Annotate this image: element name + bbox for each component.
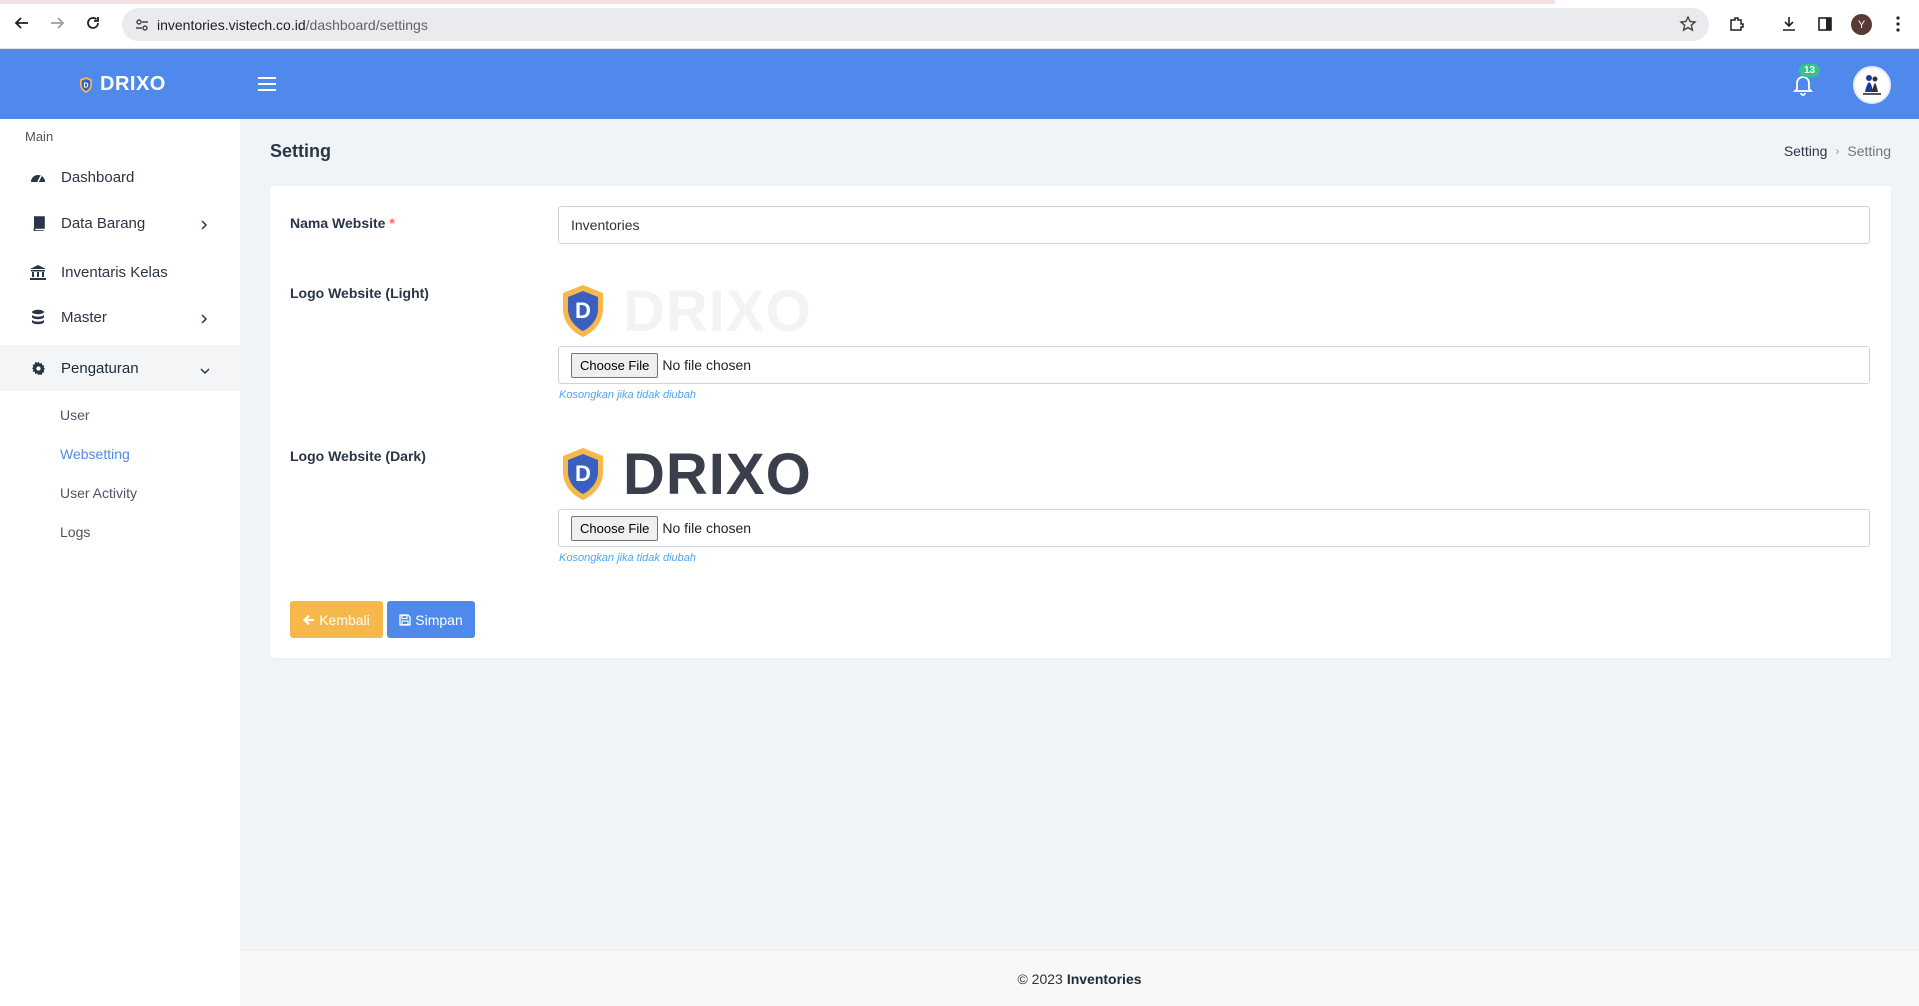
brand-name: DRIXO bbox=[100, 73, 166, 95]
logo-dark-word: DRIXO bbox=[623, 442, 812, 507]
breadcrumb-separator-icon: › bbox=[1835, 144, 1840, 158]
file-hint-text: Kosongkan jika tidak diubah bbox=[559, 389, 696, 401]
user-avatar-image bbox=[1863, 75, 1881, 95]
footer-copyright: © 2023 bbox=[1017, 970, 1063, 987]
save-button[interactable]: Simpan bbox=[387, 601, 475, 638]
page-footer: © 2023 Inventories bbox=[240, 950, 1919, 1006]
browser-toolbar: inventories.vistech.co.id/dashboard/sett… bbox=[0, 0, 1919, 49]
choose-file-button[interactable]: Choose File bbox=[571, 352, 659, 378]
sidebar-item-master[interactable]: Master bbox=[0, 294, 240, 340]
bookmark-star-icon[interactable] bbox=[1679, 15, 1697, 33]
menu-dots-icon[interactable] bbox=[1887, 13, 1909, 35]
side-panel-icon[interactable] bbox=[1814, 13, 1836, 35]
svg-text:D: D bbox=[575, 298, 591, 323]
dashboard-icon bbox=[28, 168, 48, 186]
sidebar-item-label: Master bbox=[61, 308, 107, 326]
logo-light-preview: D DRIXO bbox=[559, 278, 812, 345]
submenu-item-logs[interactable]: Logs bbox=[60, 524, 90, 540]
chevron-right-icon bbox=[200, 217, 208, 234]
shield-logo-icon: D bbox=[563, 284, 603, 337]
choose-file-button[interactable]: Choose File bbox=[571, 515, 659, 541]
extensions-icon[interactable] bbox=[1726, 13, 1748, 35]
submenu-item-user-activity[interactable]: User Activity bbox=[60, 485, 137, 501]
required-mark: * bbox=[389, 215, 395, 231]
footer-app-name: Inventories bbox=[1066, 970, 1142, 987]
site-name-label: Nama Website * bbox=[290, 215, 395, 231]
profile-avatar[interactable]: Y bbox=[1851, 14, 1872, 35]
sidebar-item-dashboard[interactable]: Dashboard bbox=[0, 154, 240, 200]
tab-strip bbox=[0, 0, 1555, 4]
logo-dark-file-input[interactable]: Choose File No file chosen bbox=[558, 509, 1870, 547]
shield-logo-icon: D bbox=[80, 76, 92, 93]
address-bar[interactable]: inventories.vistech.co.id/dashboard/sett… bbox=[122, 8, 1709, 41]
institution-icon bbox=[28, 263, 48, 281]
book-icon bbox=[28, 214, 48, 232]
floppy-disk-icon bbox=[399, 613, 411, 626]
sidebar-item-label: Data Barang bbox=[61, 214, 146, 232]
file-status-text: No file chosen bbox=[662, 357, 752, 373]
arrow-left-icon bbox=[303, 614, 315, 625]
breadcrumb-item[interactable]: Setting bbox=[1784, 143, 1828, 159]
breadcrumb-item-current: Setting bbox=[1847, 143, 1891, 159]
logo-light-label: Logo Website (Light) bbox=[290, 285, 429, 301]
logo-dark-label: Logo Website (Dark) bbox=[290, 448, 426, 464]
submenu-item-websetting[interactable]: Websetting bbox=[60, 446, 130, 462]
url-text: inventories.vistech.co.id/dashboard/sett… bbox=[157, 17, 428, 33]
sidebar-item-label: Dashboard bbox=[61, 168, 135, 186]
chevron-right-icon bbox=[200, 311, 208, 328]
svg-text:D: D bbox=[575, 461, 591, 486]
reload-icon[interactable] bbox=[82, 12, 104, 34]
back-button[interactable]: Kembali bbox=[290, 601, 383, 638]
chevron-down-icon bbox=[200, 362, 210, 379]
user-avatar[interactable] bbox=[1853, 66, 1891, 104]
breadcrumb: Setting › Setting bbox=[1784, 143, 1891, 159]
forward-icon[interactable] bbox=[46, 12, 68, 34]
download-icon[interactable] bbox=[1778, 13, 1800, 35]
sidebar-item-inventaris-kelas[interactable]: Inventaris Kelas bbox=[0, 249, 240, 295]
file-status-text: No file chosen bbox=[662, 520, 752, 536]
notification-count-badge: 13 bbox=[1799, 64, 1821, 77]
sidebar-item-pengaturan[interactable]: Pengaturan bbox=[0, 345, 240, 391]
logo-light-file-input[interactable]: Choose File No file chosen bbox=[558, 346, 1870, 384]
logo-light-word: DRIXO bbox=[623, 279, 812, 344]
site-info-icon[interactable] bbox=[134, 17, 150, 33]
back-icon[interactable] bbox=[11, 12, 33, 34]
app-header: D DRIXO 13 bbox=[0, 49, 1919, 119]
shield-logo-icon: D bbox=[563, 447, 603, 500]
page-title: Setting bbox=[270, 141, 331, 161]
database-icon bbox=[28, 308, 48, 326]
site-name-input[interactable] bbox=[558, 206, 1870, 244]
sidebar-section-title: Main bbox=[25, 129, 54, 144]
submenu-item-user[interactable]: User bbox=[60, 407, 90, 423]
hamburger-menu-icon[interactable] bbox=[258, 72, 284, 96]
sidebar-item-label: Inventaris Kelas bbox=[61, 263, 168, 281]
sidebar-item-label: Pengaturan bbox=[61, 359, 139, 377]
settings-form-card: Nama Website * Logo Website (Light) D DR… bbox=[270, 186, 1891, 658]
sidebar-item-data-barang[interactable]: Data Barang bbox=[0, 200, 240, 246]
brand-logo[interactable]: D DRIXO bbox=[78, 73, 166, 96]
svg-text:D: D bbox=[83, 82, 88, 89]
logo-dark-preview: D DRIXO bbox=[559, 441, 812, 508]
file-hint-text: Kosongkan jika tidak diubah bbox=[559, 552, 696, 564]
sidebar: Main Dashboard Data Barang Inventaris Ke… bbox=[0, 119, 240, 1006]
gear-icon bbox=[28, 359, 48, 377]
